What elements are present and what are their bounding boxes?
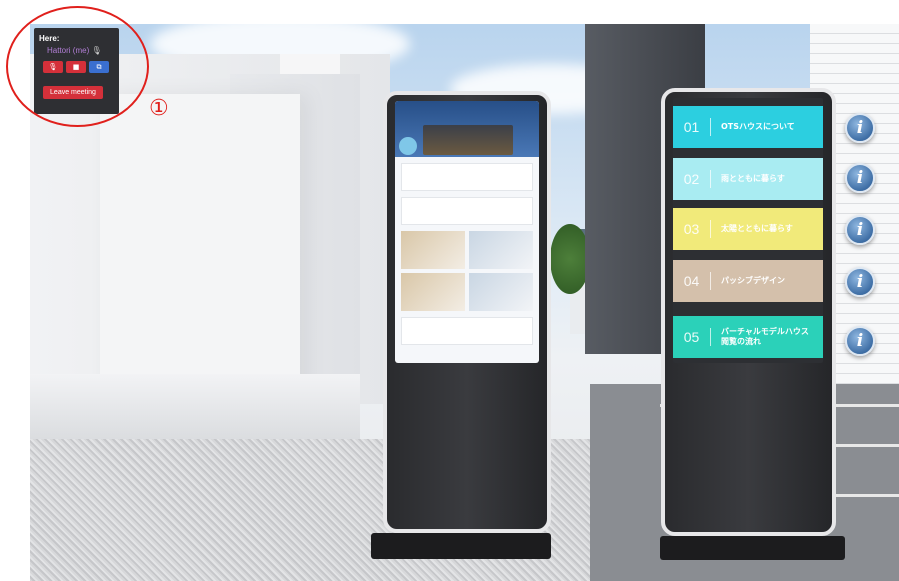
menu-item-rain[interactable]: 02 雨とともに暮らす [673,158,823,200]
menu-item-label: OTSハウスについて [721,122,795,131]
menu-item-label: 雨とともに暮らす [721,174,785,183]
info-button[interactable]: i [845,215,875,245]
website-section [401,197,533,225]
front-wall [100,94,300,404]
menu-item-label: パッシブデザイン [721,276,785,285]
info-icon: i [856,331,864,351]
website-photo-grid [401,231,533,269]
info-button[interactable]: i [845,326,875,356]
website-photo-grid [401,273,533,311]
menu-item-sun[interactable]: 03 太陽とともに暮らす [673,208,823,250]
website-section [401,317,533,345]
hero-badge [399,137,417,155]
wall-top [280,54,340,74]
annotation-highlight-circle [6,6,149,127]
menu-item-passive-design[interactable]: 04 パッシブデザイン [673,260,823,302]
website-hero-banner [395,101,539,157]
right-kiosk-base [660,536,845,560]
info-icon: i [856,168,864,188]
info-icon: i [856,118,864,138]
left-kiosk-screen-website[interactable] [395,101,539,363]
info-button[interactable]: i [845,163,875,193]
annotation-callout-number: ① [149,96,169,121]
website-section [401,163,533,191]
menu-item-label: 太陽とともに暮らす [721,224,793,233]
info-button[interactable]: i [845,113,875,143]
left-kiosk-base [371,533,551,559]
menu-item-number: 01 [673,118,711,136]
menu-item-virtual-tour[interactable]: 05 バーチャルモデルハウス 閲覧の流れ [673,316,823,358]
info-button[interactable]: i [845,267,875,297]
info-icon: i [856,272,864,292]
menu-item-number: 04 [673,272,711,290]
concrete-step [30,374,360,444]
info-icon: i [856,220,864,240]
menu-item-number: 02 [673,170,711,188]
menu-item-ots-house[interactable]: 01 OTSハウスについて [673,106,823,148]
menu-item-number: 05 [673,328,711,346]
hero-house-image [423,125,513,155]
menu-item-number: 03 [673,220,711,238]
right-kiosk-menu-screen: 01 OTSハウスについて 02 雨とともに暮らす 03 太陽とともに暮らす 0… [673,98,823,363]
menu-item-label: バーチャルモデルハウス 閲覧の流れ [721,327,809,346]
tree [550,224,590,294]
